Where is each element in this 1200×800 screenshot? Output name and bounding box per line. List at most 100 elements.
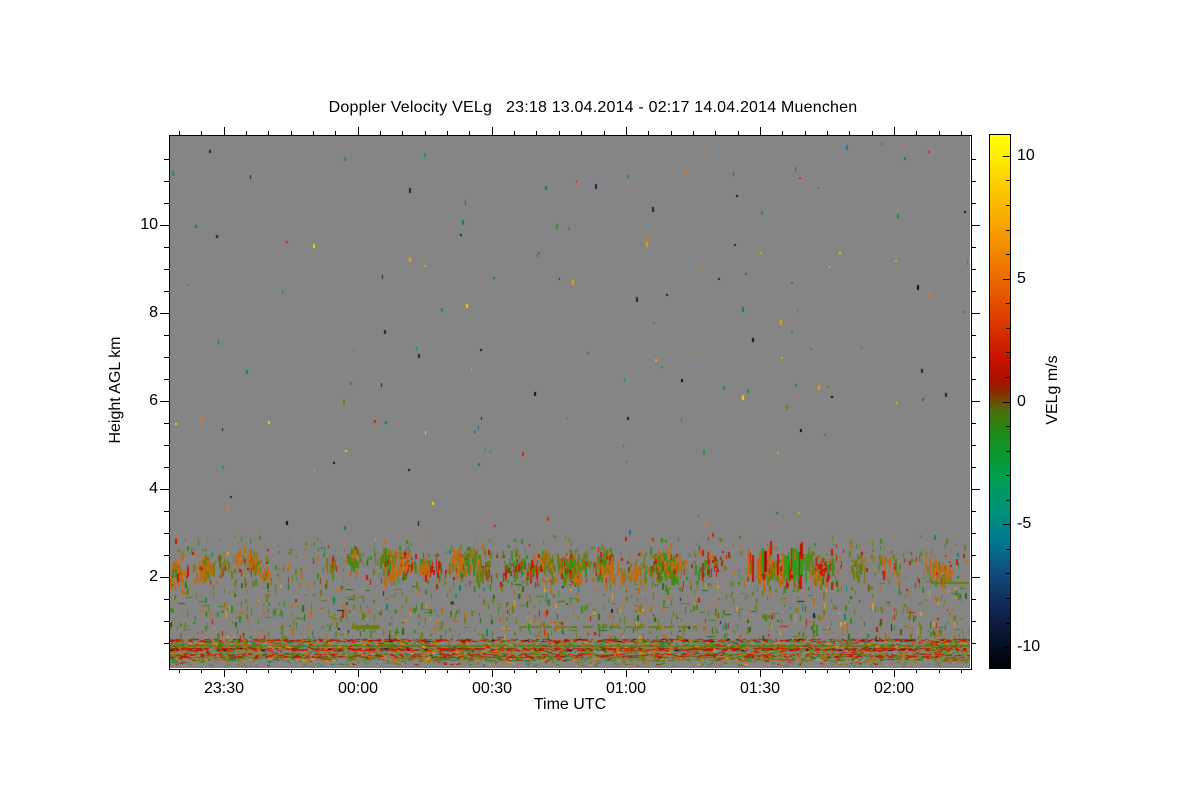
colorbar-tick-label: 5 [1017, 270, 1026, 287]
x-tick [626, 127, 627, 135]
colorbar-tick [1006, 623, 1010, 624]
colorbar-tick [1006, 352, 1010, 353]
colorbar-tick [1006, 377, 1010, 378]
y-tick [164, 379, 169, 380]
y-tick [971, 577, 980, 578]
y-tick [971, 313, 980, 314]
colorbar-tick [1006, 573, 1010, 574]
y-tick [164, 445, 169, 446]
x-axis-title: Time UTC [533, 696, 607, 713]
x-tick-label: 01:00 [605, 680, 647, 697]
x-tick [872, 131, 873, 135]
x-tick [559, 131, 560, 135]
colorbar-tick-label: 10 [1017, 147, 1035, 164]
y-tick-label: 4 [149, 480, 158, 497]
y-tick [164, 335, 169, 336]
x-tick [291, 131, 292, 135]
y-tick [971, 335, 976, 336]
x-tick [849, 131, 850, 135]
x-tick [648, 131, 649, 135]
y-tick [971, 247, 976, 248]
x-tick [939, 669, 940, 673]
colorbar-tick [1006, 254, 1010, 255]
y-tick [164, 291, 169, 292]
doppler-velocity-page: { "title": "Doppler Velocity VELg 23:18 … [0, 0, 1200, 800]
y-tick [164, 247, 169, 248]
x-tick [268, 131, 269, 135]
colorbar-tick [1006, 426, 1010, 427]
x-tick [961, 669, 962, 673]
y-tick [971, 379, 976, 380]
y-tick [971, 269, 976, 270]
x-tick-label: 00:30 [471, 680, 513, 697]
y-tick [971, 599, 976, 600]
x-tick [738, 669, 739, 673]
x-tick [246, 669, 247, 673]
y-tick [160, 313, 169, 314]
x-tick [671, 131, 672, 135]
y-tick [971, 291, 976, 292]
x-tick [224, 669, 225, 677]
y-tick-label: 8 [149, 304, 158, 321]
y-tick [164, 181, 169, 182]
y-tick [971, 467, 976, 468]
x-tick [671, 669, 672, 673]
colorbar-tick [1003, 647, 1010, 648]
x-tick [961, 131, 962, 135]
y-axis-title: Height AGL km [107, 336, 124, 444]
x-tick [335, 131, 336, 135]
y-tick [164, 643, 169, 644]
x-tick [514, 669, 515, 673]
x-tick [939, 131, 940, 135]
colorbar-title: VELg m/s [1044, 355, 1061, 425]
x-tick [402, 669, 403, 673]
y-tick [164, 511, 169, 512]
y-tick-label: 6 [149, 392, 158, 409]
doppler-velocity-chart: Doppler Velocity VELg 23:18 13.04.2014 -… [0, 0, 1200, 800]
x-tick [492, 127, 493, 135]
x-tick [335, 669, 336, 673]
colorbar-tick [1003, 279, 1010, 280]
x-tick [760, 127, 761, 135]
y-tick [971, 489, 980, 490]
x-tick [559, 669, 560, 673]
x-tick [916, 131, 917, 135]
x-tick [782, 669, 783, 673]
x-tick [805, 131, 806, 135]
x-tick [224, 127, 225, 135]
x-tick [447, 669, 448, 673]
y-tick [971, 621, 976, 622]
x-tick [872, 669, 873, 673]
x-tick-label: 01:30 [739, 680, 781, 697]
x-tick [894, 669, 895, 677]
x-tick [492, 669, 493, 677]
heatmap-canvas [170, 136, 970, 668]
y-tick [164, 357, 169, 358]
x-tick [604, 131, 605, 135]
y-tick [971, 401, 980, 402]
x-tick [425, 131, 426, 135]
y-tick [971, 511, 976, 512]
y-tick [971, 423, 976, 424]
x-tick [402, 131, 403, 135]
y-tick [164, 555, 169, 556]
y-tick [971, 203, 976, 204]
colorbar-tick-label: -10 [1017, 638, 1041, 655]
y-tick [164, 467, 169, 468]
y-tick [971, 555, 976, 556]
x-tick [715, 131, 716, 135]
y-tick [164, 423, 169, 424]
x-tick [916, 669, 917, 673]
colorbar-tick [1003, 402, 1010, 403]
x-tick [894, 127, 895, 135]
y-tick-label: 10 [140, 216, 158, 233]
x-tick [827, 669, 828, 673]
x-tick [693, 131, 694, 135]
x-tick [380, 131, 381, 135]
x-tick [179, 669, 180, 673]
x-tick [738, 131, 739, 135]
x-tick [604, 669, 605, 673]
colorbar-tick-label: 0 [1017, 393, 1026, 410]
y-tick [971, 533, 976, 534]
colorbar-tick [1006, 451, 1010, 452]
